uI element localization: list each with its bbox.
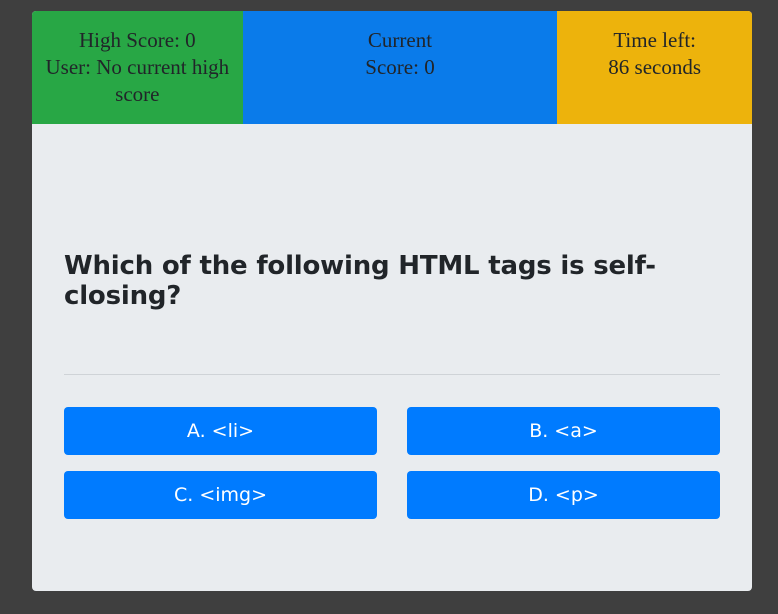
answer-d-button[interactable]: D. <p> bbox=[407, 471, 720, 519]
quiz-card: High Score: 0 User: No current high scor… bbox=[32, 11, 752, 591]
high-score-user-text: User: No current high score bbox=[45, 55, 230, 106]
answer-a-button[interactable]: A. <li> bbox=[64, 407, 377, 455]
current-score-value: Score: 0 bbox=[365, 55, 435, 79]
answer-grid: A. <li> B. <a> C. <img> D. <p> bbox=[64, 407, 720, 519]
question-text: Which of the following HTML tags is self… bbox=[64, 251, 656, 311]
high-score-text: High Score: 0 bbox=[79, 28, 196, 52]
answer-b-button[interactable]: B. <a> bbox=[407, 407, 720, 455]
current-score-label: Current bbox=[367, 28, 433, 52]
divider bbox=[64, 374, 720, 375]
time-left-label: Time left: bbox=[613, 28, 696, 52]
high-score-panel: High Score: 0 User: No current high scor… bbox=[32, 11, 243, 124]
time-left-value: 86 seconds bbox=[608, 55, 702, 79]
answer-c-button[interactable]: C. <img> bbox=[64, 471, 377, 519]
score-bar: High Score: 0 User: No current high scor… bbox=[32, 11, 752, 124]
current-score-panel: Current Score: 0 bbox=[242, 11, 558, 124]
time-left-panel: Time left: 86 seconds bbox=[557, 11, 752, 124]
